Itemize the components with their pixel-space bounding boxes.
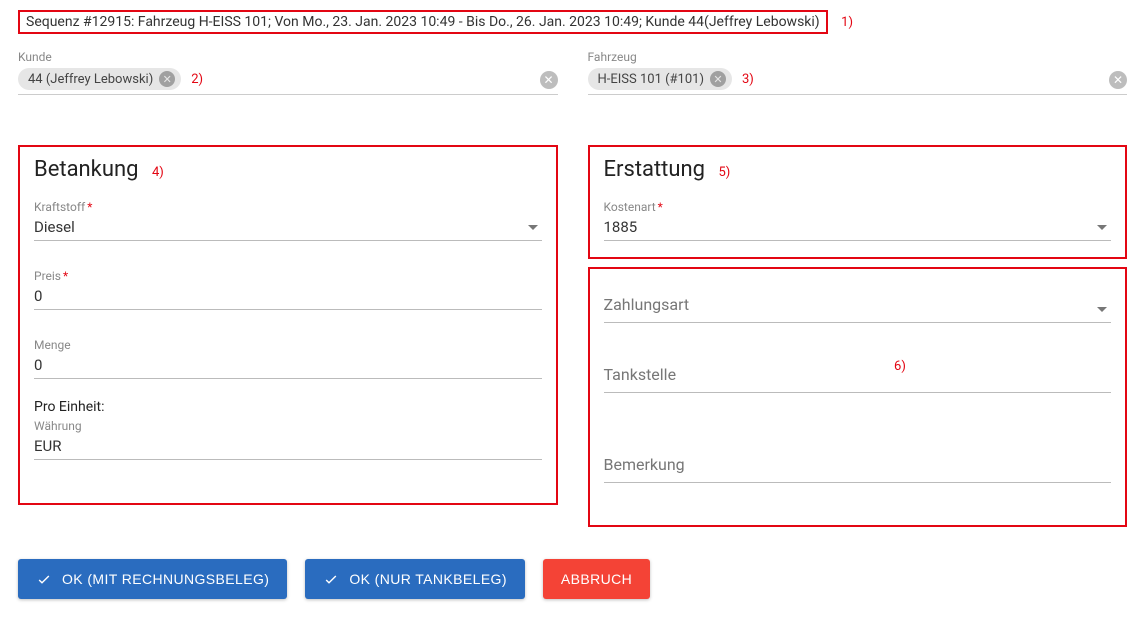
fahrzeug-chip-remove-icon[interactable] (710, 71, 726, 87)
kraftstoff-select[interactable]: Kraftstoff* Diesel (34, 200, 542, 241)
erstattung-section: Erstattung 5) Kostenart* 1885 (588, 145, 1128, 259)
kraftstoff-value: Diesel (34, 214, 542, 238)
ok-rechnung-button[interactable]: OK (MIT RECHNUNGSBELEG) (18, 559, 287, 599)
kostenart-label: Kostenart* (604, 200, 1112, 214)
kunde-clear-icon[interactable] (540, 71, 558, 89)
check-icon (323, 571, 339, 587)
kunde-chip-remove-icon[interactable] (159, 71, 175, 87)
waehrung-field[interactable]: Währung EUR (34, 419, 542, 460)
menge-value: 0 (34, 352, 542, 376)
annotation-5: 5) (719, 165, 731, 180)
zahlungsart-placeholder: Zahlungsart (604, 283, 1112, 320)
chevron-down-icon (528, 225, 538, 230)
betankung-section: Betankung 4) Kraftstoff* Diesel Preis* 0… (18, 145, 558, 505)
preis-label: Preis* (34, 269, 542, 283)
menge-input[interactable]: Menge 0 (34, 338, 542, 379)
waehrung-value: EUR (34, 433, 542, 457)
kunde-field[interactable]: Kunde 44 (Jeffrey Lebowski) 2) (18, 50, 558, 95)
pro-einheit-label: Pro Einheit: (34, 399, 542, 415)
check-icon (36, 571, 52, 587)
page-title: Sequenz #12915: Fahrzeug H-EISS 101; Von… (18, 10, 828, 34)
ok-tank-button[interactable]: OK (NUR TANKBELEG) (305, 559, 525, 599)
waehrung-label: Währung (34, 419, 542, 433)
kunde-label: Kunde (18, 50, 558, 64)
annotation-1: 1) (841, 15, 853, 30)
abbruch-button[interactable]: ABBRUCH (543, 559, 650, 599)
kunde-chip: 44 (Jeffrey Lebowski) (18, 68, 181, 90)
kostenart-select[interactable]: Kostenart* 1885 (604, 200, 1112, 241)
fahrzeug-chip: H-EISS 101 (#101) (588, 68, 733, 90)
bemerkung-placeholder: Bemerkung (604, 443, 1112, 480)
abbruch-label: ABBRUCH (561, 571, 632, 587)
tankstelle-input[interactable]: Tankstelle (604, 353, 1112, 393)
kunde-chip-text: 44 (Jeffrey Lebowski) (28, 72, 153, 87)
fahrzeug-label: Fahrzeug (588, 50, 1128, 64)
chevron-down-icon (1097, 225, 1107, 230)
fahrzeug-field[interactable]: Fahrzeug H-EISS 101 (#101) 3) (588, 50, 1128, 95)
ok-tank-label: OK (NUR TANKBELEG) (349, 571, 507, 587)
annotation-2: 2) (191, 72, 203, 87)
betankung-title: Betankung (34, 157, 138, 182)
annotation-4: 4) (152, 165, 164, 180)
erstattung-title: Erstattung (604, 157, 706, 182)
extras-section: Zahlungsart 6) Tankstelle Bemerkung (588, 267, 1128, 527)
preis-input[interactable]: Preis* 0 (34, 269, 542, 310)
bemerkung-input[interactable]: Bemerkung (604, 443, 1112, 483)
fahrzeug-clear-icon[interactable] (1109, 71, 1127, 89)
fahrzeug-chip-text: H-EISS 101 (#101) (598, 72, 705, 87)
annotation-3: 3) (742, 72, 754, 87)
kraftstoff-label: Kraftstoff* (34, 200, 542, 214)
chevron-down-icon (1097, 307, 1107, 312)
ok-rechnung-label: OK (MIT RECHNUNGSBELEG) (62, 571, 269, 587)
kostenart-value: 1885 (604, 214, 1112, 238)
preis-value: 0 (34, 283, 542, 307)
menge-label: Menge (34, 338, 542, 352)
zahlungsart-select[interactable]: Zahlungsart (604, 283, 1112, 323)
tankstelle-placeholder: Tankstelle (604, 353, 1112, 390)
